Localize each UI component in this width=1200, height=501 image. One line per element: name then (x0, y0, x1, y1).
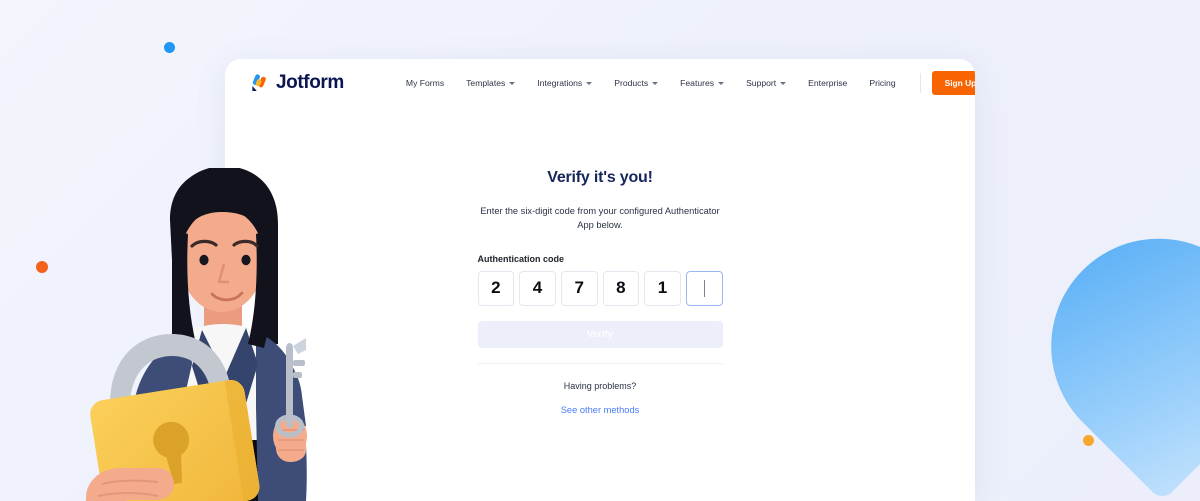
divider (477, 362, 723, 364)
chevron-down-icon (509, 82, 516, 85)
main-navigation: My Forms Templates Integrations Products… (395, 71, 975, 95)
see-other-methods-link[interactable]: See other methods (561, 405, 640, 415)
nav-item-features[interactable]: Features (669, 78, 735, 88)
nav-label: Support (746, 78, 777, 88)
code-digit-2[interactable]: 4 (519, 270, 556, 306)
nav-item-pricing[interactable]: Pricing (858, 78, 906, 88)
code-digit-5[interactable]: 1 (644, 270, 681, 306)
nav-label: My Forms (405, 78, 445, 88)
nav-item-support[interactable]: Support (735, 78, 797, 88)
chevron-down-icon (780, 82, 787, 85)
code-digit-1[interactable]: 2 (477, 270, 515, 306)
nav-label: Enterprise (808, 78, 848, 88)
nav-label: Pricing (869, 78, 896, 88)
code-digit-6[interactable] (685, 270, 723, 306)
jotform-logo-icon (250, 73, 269, 93)
sign-up-button[interactable]: Sign Up for Free (931, 71, 975, 95)
jotform-logo-text: Jotform (276, 72, 344, 93)
code-digit-3[interactable]: 7 (560, 270, 598, 306)
chevron-down-icon (586, 82, 593, 85)
auth-description: Enter the six-digit code from your confi… (480, 206, 720, 231)
nav-label: Features (680, 78, 715, 88)
nav-item-products[interactable]: Products (603, 78, 669, 88)
yellow-blob-shape (846, 0, 1177, 15)
code-digit-4[interactable]: 8 (602, 270, 640, 306)
nav-item-enterprise[interactable]: Enterprise (797, 78, 858, 88)
code-input-group: 2 4 7 8 1 (477, 270, 723, 306)
text-cursor (703, 279, 705, 297)
site-header: Jotform My Forms Templates Integrations … (225, 59, 975, 107)
page-title: Verify it's you! (547, 169, 653, 186)
chevron-down-icon (718, 82, 725, 85)
chevron-down-icon (652, 82, 659, 85)
authentication-code-label: Authentication code (477, 253, 565, 264)
having-problems-text: Having problems? (563, 380, 637, 391)
blue-blob-shape (1006, 194, 1200, 501)
woman-with-key-and-padlock-illustration (62, 168, 362, 501)
nav-label: Products (614, 78, 649, 88)
verify-button[interactable]: Verify (477, 320, 723, 348)
amber-dot (1083, 435, 1094, 446)
nav-item-my-forms[interactable]: My Forms (395, 78, 455, 88)
nav-label: Integrations (537, 78, 583, 88)
orange-dot (36, 261, 48, 273)
blue-dot (164, 42, 175, 53)
nav-label: Templates (466, 78, 506, 88)
jotform-logo[interactable]: Jotform (250, 72, 344, 94)
nav-item-integrations[interactable]: Integrations (526, 78, 603, 88)
verification-panel: Verify it's you! Enter the six-digit cod… (477, 169, 723, 418)
nav-divider (919, 73, 921, 93)
nav-item-templates[interactable]: Templates (455, 78, 526, 88)
